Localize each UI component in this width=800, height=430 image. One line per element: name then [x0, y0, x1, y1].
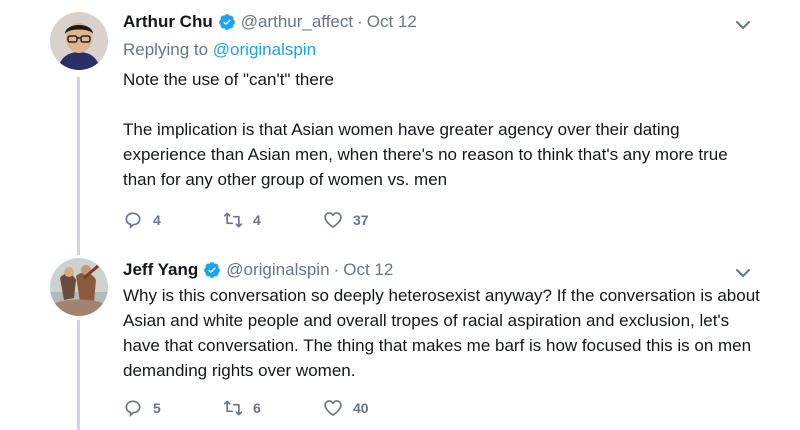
retweet-button[interactable]: 6: [223, 398, 323, 418]
replying-prefix: Replying to: [123, 40, 209, 59]
verified-badge-icon: [203, 261, 221, 279]
replying-to: Replying to @originalspin: [123, 38, 760, 62]
tweet-paragraph: The implication is that Asian women have…: [123, 120, 728, 189]
like-count: 37: [353, 212, 369, 228]
tweet-paragraph: Note the use of "can't" there: [123, 70, 334, 89]
separator-dot: ·: [333, 260, 340, 279]
author-handle[interactable]: @originalspin: [226, 258, 329, 282]
retweet-button[interactable]: 4: [223, 210, 323, 230]
replying-to-link[interactable]: @originalspin: [213, 40, 316, 59]
like-button[interactable]: 40: [323, 398, 423, 418]
like-icon: [324, 400, 342, 416]
reply-icon: [125, 212, 141, 229]
thread-connector-line-bottom: [77, 320, 80, 430]
like-button[interactable]: 37: [323, 210, 423, 230]
retweet-count: 6: [253, 400, 261, 416]
reply-button[interactable]: 4: [123, 210, 223, 230]
author-handle[interactable]: @arthur_affect: [241, 10, 353, 34]
tweet-header: Jeff Yang @originalspin · Oct 12: [123, 258, 760, 282]
tweet-header: Arthur Chu @arthur_affect · Oct 12: [123, 10, 760, 34]
author-name[interactable]: Arthur Chu: [123, 10, 213, 34]
chevron-down-icon[interactable]: [734, 16, 752, 34]
tweet-date[interactable]: Oct 12: [343, 258, 393, 282]
reply-count: 5: [153, 400, 161, 416]
tweet-text: Note the use of "can't" there The implic…: [123, 67, 760, 192]
avatar-arthur-chu[interactable]: [50, 12, 108, 70]
retweet-count: 4: [253, 212, 261, 228]
like-icon: [324, 212, 342, 228]
tweet-text: Why is this conversation so deeply heter…: [123, 283, 760, 383]
chevron-down-icon[interactable]: [734, 264, 752, 282]
author-name[interactable]: Jeff Yang: [123, 258, 198, 282]
tweet-paragraph: Why is this conversation so deeply heter…: [123, 286, 760, 380]
avatar-jeff-yang[interactable]: [50, 258, 108, 316]
retweet-icon: [223, 212, 243, 228]
tweet-actions: 5 6 40: [123, 398, 423, 418]
separator-dot: ·: [357, 12, 363, 31]
reply-button[interactable]: 5: [123, 398, 223, 418]
tweet-date[interactable]: Oct 12: [367, 10, 417, 34]
thread-connector-line: [77, 77, 80, 255]
verified-badge-icon: [218, 13, 236, 31]
like-count: 40: [353, 400, 369, 416]
retweet-icon: [223, 400, 243, 416]
reply-count: 4: [153, 212, 161, 228]
reply-icon: [125, 400, 141, 417]
tweet-actions: 4 4 37: [123, 210, 423, 230]
